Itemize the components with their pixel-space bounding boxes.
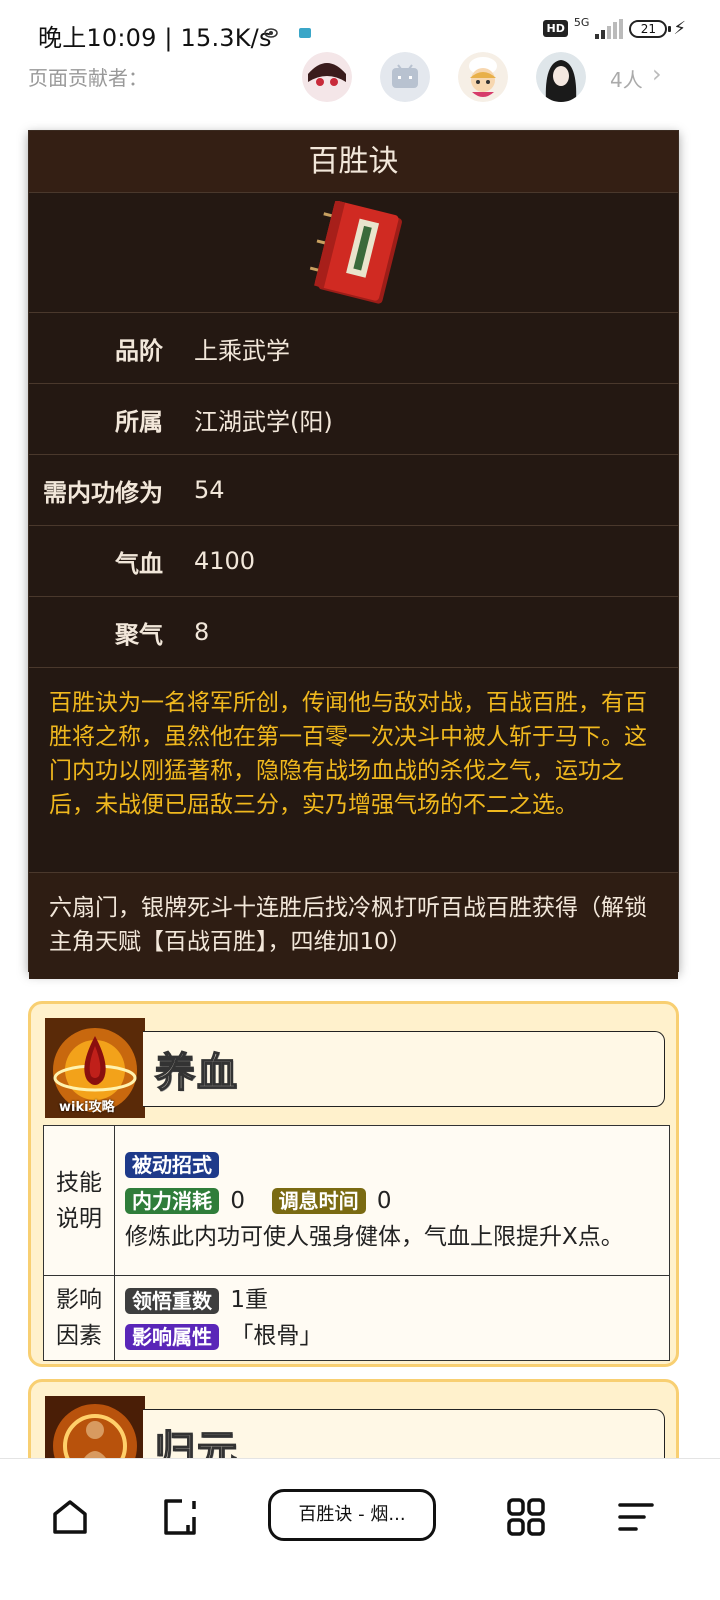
infobox-key: 所属 — [115, 407, 163, 436]
infobox-value: 54 — [194, 476, 225, 504]
infobox-value: 8 — [194, 618, 210, 646]
skill-desc-text: 修炼此内功可使人强身健体，气血上限提升X点。 — [125, 1223, 624, 1250]
attribute-value: 「根骨」 — [230, 1323, 323, 1349]
infobox-image — [29, 193, 678, 313]
contributor-avatar[interactable] — [458, 52, 508, 102]
infobox-key: 气血 — [115, 549, 163, 578]
skill-table: 技能说明 被动招式 内力消耗 0 调息时间 0 修炼此内功可使人强身健体，气血上… — [43, 1125, 670, 1361]
signal-icon — [595, 18, 624, 39]
tag-passive: 被动招式 — [125, 1152, 219, 1178]
contributors-count: 4人 — [610, 68, 643, 92]
hd-badge: HD — [543, 20, 568, 37]
red-book-icon — [309, 201, 402, 304]
infobox-value: 江湖武学(阳) — [194, 407, 333, 436]
levels-value: 1重 — [230, 1287, 268, 1313]
contributor-avatar[interactable] — [380, 52, 430, 102]
charging-icon: ⚡ — [673, 18, 686, 39]
infobox-description: 百胜诀为一名将军所创，传闻他与敌对战，百战百胜，有百胜将之称，虽然他在第一百零一… — [29, 667, 678, 872]
cooldown-value: 0 — [376, 1187, 392, 1214]
infobox-value: 上乘武学 — [194, 336, 290, 365]
skill-desc-label: 技能说明 — [43, 1125, 115, 1276]
network-type: 5G — [573, 16, 590, 29]
cost-value: 0 — [230, 1187, 245, 1214]
skill-factor-label: 影响因素 — [43, 1275, 115, 1361]
status-time: 晚上10:09 | 15.3K/s — [38, 24, 272, 52]
home-icon[interactable] — [46, 1493, 94, 1541]
battery-icon: 21 — [629, 19, 672, 38]
contributors-label: 页面贡献者： — [28, 66, 148, 90]
skill-factor-content: 领悟重数 1重 影响属性 「根骨」 — [114, 1275, 670, 1361]
current-tab-button[interactable]: 百胜诀 - 烟... — [268, 1489, 436, 1541]
skill-desc-label-text: 技能说明 — [56, 1169, 102, 1232]
skill-factor-label-text: 影响因素 — [56, 1287, 102, 1349]
tabs-icon[interactable] — [156, 1493, 204, 1541]
infobox-row: 需内功修为 54 — [29, 454, 678, 525]
infobox-rows: 品阶 上乘武学 所属 江湖武学(阳) 需内功修为 54 气血 4100 聚气 8 — [29, 313, 678, 667]
infobox-row: 品阶 上乘武学 — [29, 313, 678, 383]
app-notify-icon — [298, 26, 312, 43]
tag-levels: 领悟重数 — [125, 1287, 219, 1314]
bottom-navigation: 百胜诀 - 烟... — [0, 1458, 720, 1600]
eye-icon — [264, 26, 278, 43]
skill-name-box: 养血 — [143, 1031, 665, 1107]
infobox-value: 4100 — [194, 547, 256, 575]
infobox-key: 需内功修为 — [43, 478, 163, 507]
skill-desc-content: 被动招式 内力消耗 0 调息时间 0 修炼此内功可使人强身健体，气血上限提升X点… — [114, 1125, 670, 1276]
skill-card: wiki攻略 养血 技能说明 被动招式 内力消耗 0 调息时间 0 修炼此内功可… — [28, 1001, 679, 1367]
infobox-title: 百胜诀 — [29, 131, 678, 193]
item-infobox: 百胜诀 品阶 上乘武学 所属 江湖武学(阳) 需内功修为 54 气血 4100 … — [28, 130, 679, 979]
infobox-source: 六扇门，银牌死斗十连胜后找冷枫打听百战百胜获得（解锁主角天赋【百战百胜】，四维加… — [29, 872, 678, 979]
infobox-key: 品阶 — [115, 336, 163, 365]
contributors-bar[interactable]: 页面贡献者： 4人 › — [0, 50, 720, 102]
infobox-key: 聚气 — [115, 620, 163, 649]
tag-cost: 内力消耗 — [125, 1188, 219, 1214]
icon-watermark: wiki攻略 — [59, 1100, 115, 1115]
contributor-avatar[interactable] — [302, 52, 352, 102]
skill-name: 养血 — [154, 1049, 239, 1097]
infobox-row: 所属 江湖武学(阳) — [29, 383, 678, 454]
infobox-row: 聚气 8 — [29, 596, 678, 667]
status-indicators: HD 5G 21 ⚡ — [543, 16, 686, 39]
tag-attribute: 影响属性 — [125, 1323, 219, 1350]
contributor-avatar[interactable] — [536, 52, 586, 102]
infobox-row: 气血 4100 — [29, 525, 678, 596]
chevron-right-icon[interactable]: › — [652, 60, 662, 88]
skill-icon: wiki攻略 — [45, 1018, 145, 1118]
apps-grid-icon[interactable] — [502, 1493, 550, 1541]
menu-icon[interactable] — [612, 1493, 660, 1541]
tag-cooldown: 调息时间 — [271, 1188, 366, 1214]
